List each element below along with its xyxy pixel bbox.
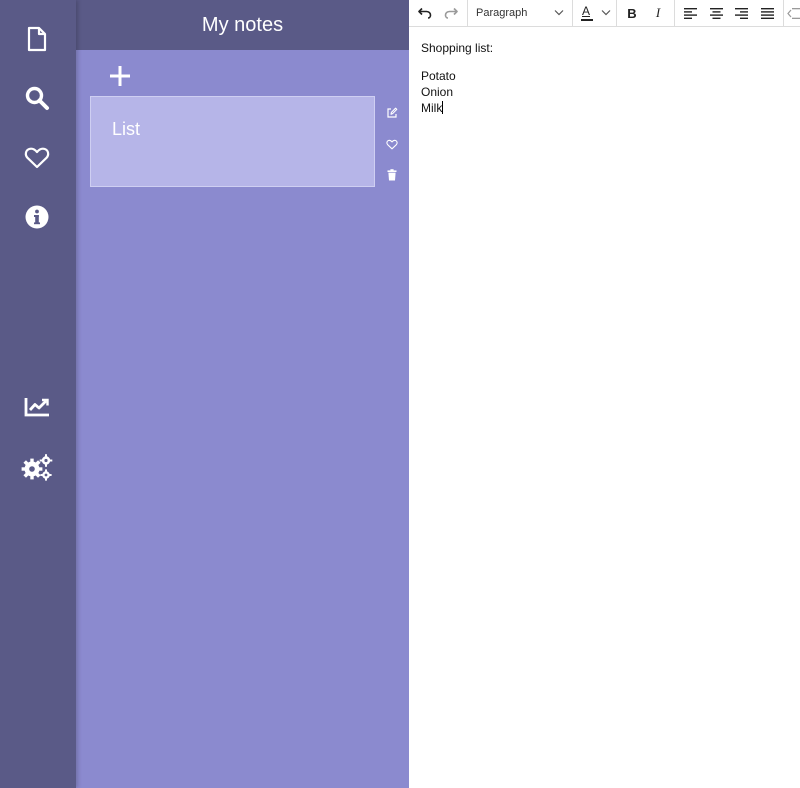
- note-card[interactable]: List: [90, 96, 375, 187]
- toolbar-divider: [572, 0, 573, 26]
- file-icon[interactable]: [19, 21, 55, 57]
- notes-header: My notes: [76, 0, 409, 50]
- paragraph-format-select[interactable]: Paragraph: [468, 0, 571, 26]
- align-right-button[interactable]: [729, 0, 753, 26]
- notes-panel: My notes List: [76, 0, 409, 788]
- align-right-icon: [734, 7, 748, 19]
- editor: Paragraph A B I Shopping list: Potato On…: [409, 0, 800, 788]
- bold-button[interactable]: B: [620, 0, 644, 26]
- font-color-button[interactable]: A: [575, 0, 615, 26]
- chart-icon[interactable]: [19, 389, 55, 425]
- italic-button[interactable]: I: [646, 0, 670, 26]
- font-color-label: A: [582, 4, 591, 18]
- settings-icon[interactable]: [19, 449, 55, 485]
- plus-icon: [110, 66, 130, 86]
- favorite-note-button[interactable]: [384, 136, 400, 152]
- align-left-icon: [683, 7, 697, 19]
- heart-icon: [386, 139, 398, 149]
- align-center-button[interactable]: [704, 0, 728, 26]
- edit-note-button[interactable]: [384, 105, 400, 121]
- toolbar-divider: [616, 0, 617, 26]
- note-card-title: List: [112, 119, 141, 139]
- list-line: Onion: [421, 85, 454, 99]
- undo-icon: [418, 7, 432, 19]
- justify-button[interactable]: [755, 0, 779, 26]
- page-title: My notes: [201, 13, 284, 36]
- redo-icon: [444, 7, 458, 19]
- outdent-icon: [787, 7, 800, 19]
- paragraph-format-label: Paragraph: [476, 7, 528, 19]
- editor-toolbar: Paragraph A B I: [409, 0, 800, 27]
- trash-icon: [387, 169, 397, 181]
- justify-icon: [760, 7, 774, 19]
- toolbar-divider: [783, 0, 784, 26]
- list-line: Milk: [421, 101, 443, 115]
- chevron-down-icon: [601, 10, 611, 16]
- search-icon[interactable]: [19, 80, 55, 116]
- align-left-button[interactable]: [678, 0, 702, 26]
- undo-button[interactable]: [413, 0, 437, 26]
- app-sidebar: [0, 0, 76, 788]
- text-caret: [442, 101, 444, 114]
- info-icon[interactable]: [19, 199, 55, 235]
- heart-icon[interactable]: [19, 140, 55, 176]
- outdent-button[interactable]: [787, 0, 800, 26]
- edit-icon: [387, 107, 398, 118]
- list-line-last: Milk: [421, 100, 791, 116]
- font-color-icon: A: [580, 4, 594, 22]
- bold-icon: B: [627, 5, 637, 21]
- italic-icon: I: [655, 5, 661, 20]
- align-center-icon: [709, 7, 723, 19]
- delete-note-button[interactable]: [384, 167, 400, 183]
- editor-heading: Shopping list:: [421, 41, 494, 55]
- editor-content[interactable]: Shopping list: Potato Onion Milk: [421, 40, 791, 116]
- add-note-button[interactable]: [108, 64, 132, 88]
- list-line: Potato: [421, 69, 456, 83]
- chevron-down-icon: [554, 10, 564, 16]
- redo-button[interactable]: [439, 0, 463, 26]
- toolbar-divider: [674, 0, 675, 26]
